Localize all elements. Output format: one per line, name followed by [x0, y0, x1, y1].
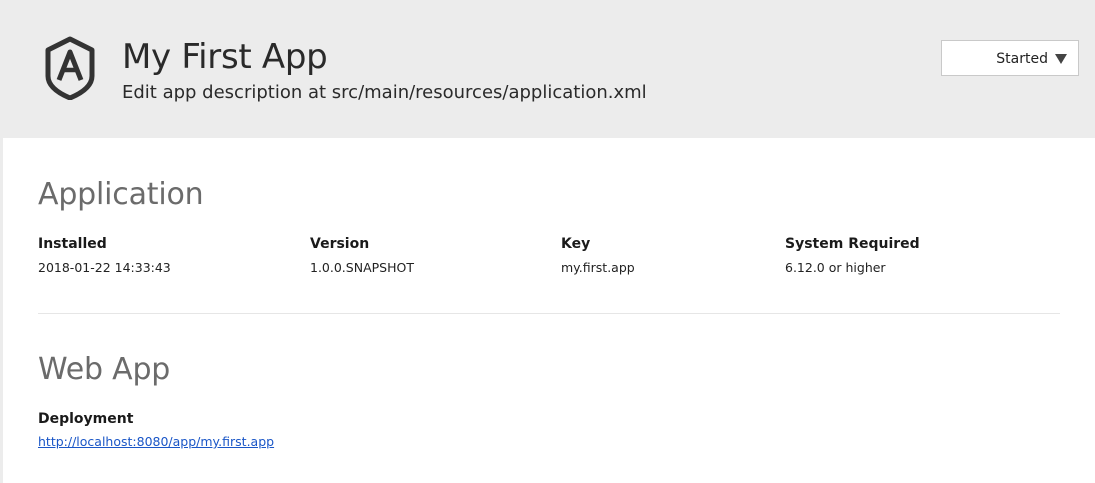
version-label: Version — [310, 236, 370, 252]
key-value: my.first.app — [561, 260, 635, 275]
section-divider — [38, 313, 1060, 314]
left-border — [0, 138, 3, 483]
key-label: Key — [561, 236, 591, 252]
system-required-label: System Required — [785, 236, 920, 252]
status-dropdown-value: Started — [996, 51, 1048, 67]
deployment-url-link[interactable]: http://localhost:8080/app/my.first.app — [38, 434, 274, 450]
system-required-value: 6.12.0 or higher — [785, 260, 886, 275]
web-app-section-title: Web App — [38, 352, 171, 387]
application-section-title: Application — [38, 177, 204, 212]
app-header: My First App Edit app description at src… — [0, 0, 1095, 138]
installed-label: Installed — [38, 236, 107, 252]
deployment-label: Deployment — [38, 411, 134, 427]
app-title: My First App — [122, 37, 328, 77]
version-value: 1.0.0.SNAPSHOT — [310, 260, 414, 275]
chevron-down-icon — [1055, 54, 1067, 64]
app-logo-icon — [45, 36, 95, 100]
status-dropdown[interactable]: Started — [941, 40, 1079, 76]
app-description: Edit app description at src/main/resourc… — [122, 82, 647, 103]
installed-value: 2018-01-22 14:33:43 — [38, 260, 171, 275]
